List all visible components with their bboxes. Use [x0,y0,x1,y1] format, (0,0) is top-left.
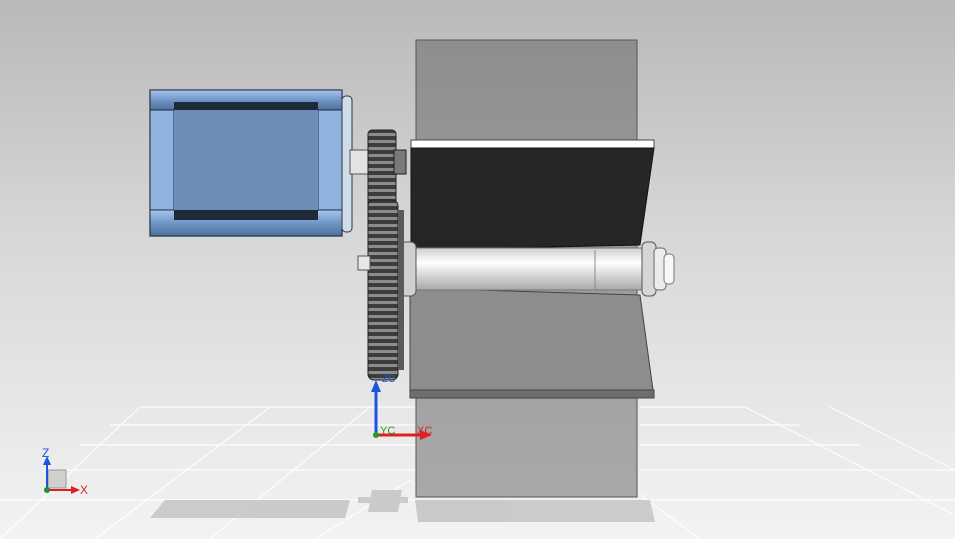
csys-x-label: XC [417,425,432,437]
view-triad: Z X [42,446,88,497]
main-shaft[interactable] [399,241,675,297]
csys-y-label: YC [380,425,395,437]
graphics-window[interactable]: ZC YC XC Z X [0,0,955,539]
stepper-motor[interactable] [149,89,371,237]
lower-plate[interactable] [409,287,655,399]
triad-z-label: Z [42,446,49,460]
upper-plate[interactable] [410,139,655,251]
pinion-gear[interactable] [367,129,407,211]
triad-x-label: X [80,483,88,497]
csys-z-label: ZC [382,374,395,385]
spur-gear[interactable] [357,199,404,381]
